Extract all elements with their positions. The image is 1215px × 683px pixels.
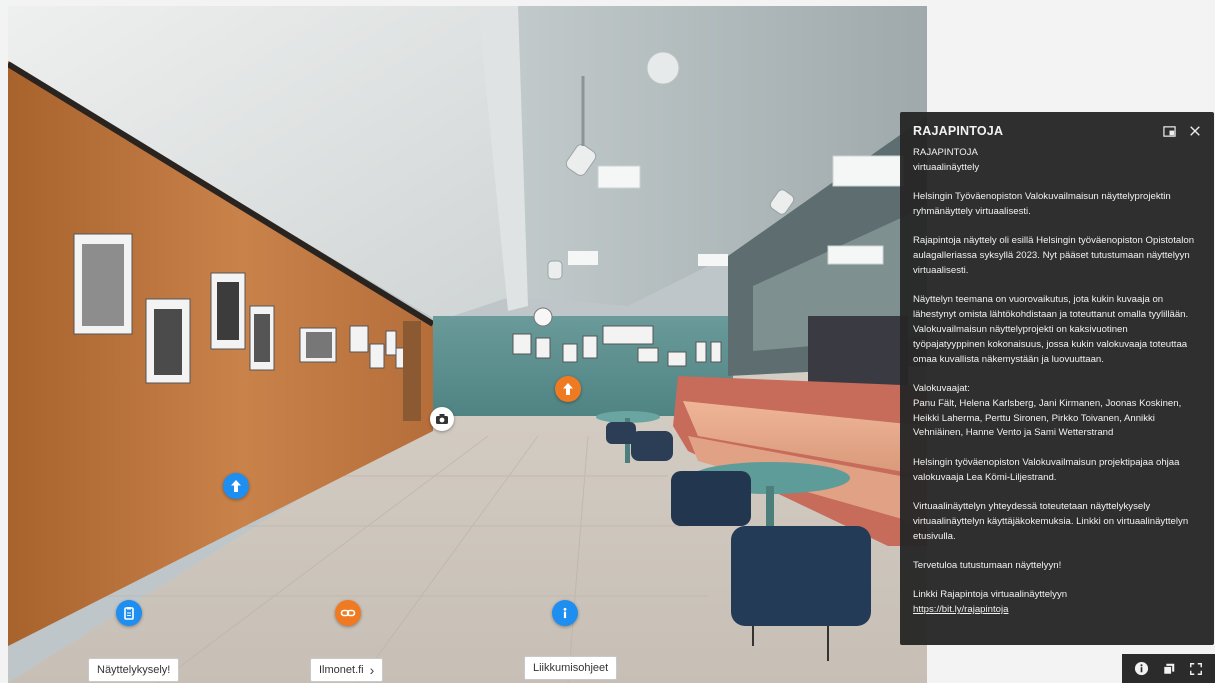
- photographers-heading: Valokuvaajat:: [913, 382, 970, 394]
- info-panel-title: RAJAPINTOJA: [913, 124, 1004, 138]
- nav-arrow-left-hotspot[interactable]: [223, 473, 249, 499]
- arrow-up-icon: [563, 383, 573, 395]
- info-panel: RAJAPINTOJA RAJAPINTOJA virtuaalinäyttel…: [900, 112, 1214, 645]
- ilmonet-label-text: Ilmonet.fi: [319, 664, 364, 676]
- info-paragraph: Helsingin Työväenopiston Valokuvailmaisu…: [913, 191, 1171, 217]
- camera-hotspot[interactable]: [430, 407, 454, 431]
- gallery-panorama[interactable]: [8, 6, 927, 683]
- info-paragraph: Virtuaalinäyttelyn yhteydessä toteutetaa…: [913, 500, 1189, 542]
- layers-icon[interactable]: [1161, 661, 1177, 677]
- info-panel-kind: virtuaalinäyttely: [913, 161, 980, 173]
- survey-label[interactable]: Näyttelykysely!: [88, 658, 180, 682]
- virtual-tour-app: Näyttelykysely! Ilmonet.fi › Liikkumisoh…: [0, 0, 1215, 683]
- info-paragraph: Helsingin työväenopiston Valokuvailmaisu…: [913, 456, 1180, 483]
- clipboard-icon: [124, 607, 134, 620]
- controls-label-text: Liikkumisohjeet: [533, 662, 609, 674]
- viewer-toolbar: [1122, 654, 1215, 683]
- exhibition-link[interactable]: https://bit.ly/rajapintoja: [913, 604, 1008, 615]
- info-panel-actions: [1162, 124, 1202, 138]
- info-panel-body: RAJAPINTOJA virtuaalinäyttely Helsingin …: [913, 146, 1202, 618]
- info-panel-header: RAJAPINTOJA: [913, 122, 1202, 140]
- nav-arrow-forward-hotspot[interactable]: [555, 376, 581, 402]
- info-icon[interactable]: [1134, 661, 1150, 677]
- camera-icon: [436, 414, 448, 424]
- ilmonet-label[interactable]: Ilmonet.fi ›: [310, 658, 384, 682]
- photographers-list: Panu Fält, Helena Karlsberg, Jani Kirman…: [913, 397, 1182, 439]
- close-icon[interactable]: [1188, 124, 1202, 138]
- survey-label-text: Näyttelykysely!: [97, 664, 171, 676]
- survey-hotspot[interactable]: [116, 600, 142, 626]
- link-intro: Linkki Rajapintoja virtuaalinäyttelyyn: [913, 589, 1068, 601]
- info-paragraph: Rajapintoja näyttely oli esillä Helsingi…: [913, 235, 1195, 276]
- help-hotspot[interactable]: [552, 600, 578, 626]
- link-icon: [340, 609, 356, 617]
- fullscreen-icon[interactable]: [1188, 661, 1204, 677]
- arrow-up-icon: [231, 480, 241, 492]
- link-hotspot[interactable]: [335, 600, 361, 626]
- info-panel-subtitle: RAJAPINTOJA: [913, 147, 978, 158]
- controls-label[interactable]: Liikkumisohjeet: [524, 656, 618, 680]
- expand-panel-icon[interactable]: [1162, 124, 1176, 138]
- info-paragraph: Näyttelyn teemana on vuorovaikutus, jota…: [913, 294, 1189, 365]
- blue-ottoman: [731, 526, 871, 626]
- info-icon: [563, 607, 567, 619]
- panorama-viewport[interactable]: Näyttelykysely! Ilmonet.fi › Liikkumisoh…: [8, 6, 927, 683]
- info-paragraph: Tervetuloa tutustumaan näyttelyyn!: [913, 559, 1062, 571]
- chevron-right-icon: ›: [369, 662, 375, 678]
